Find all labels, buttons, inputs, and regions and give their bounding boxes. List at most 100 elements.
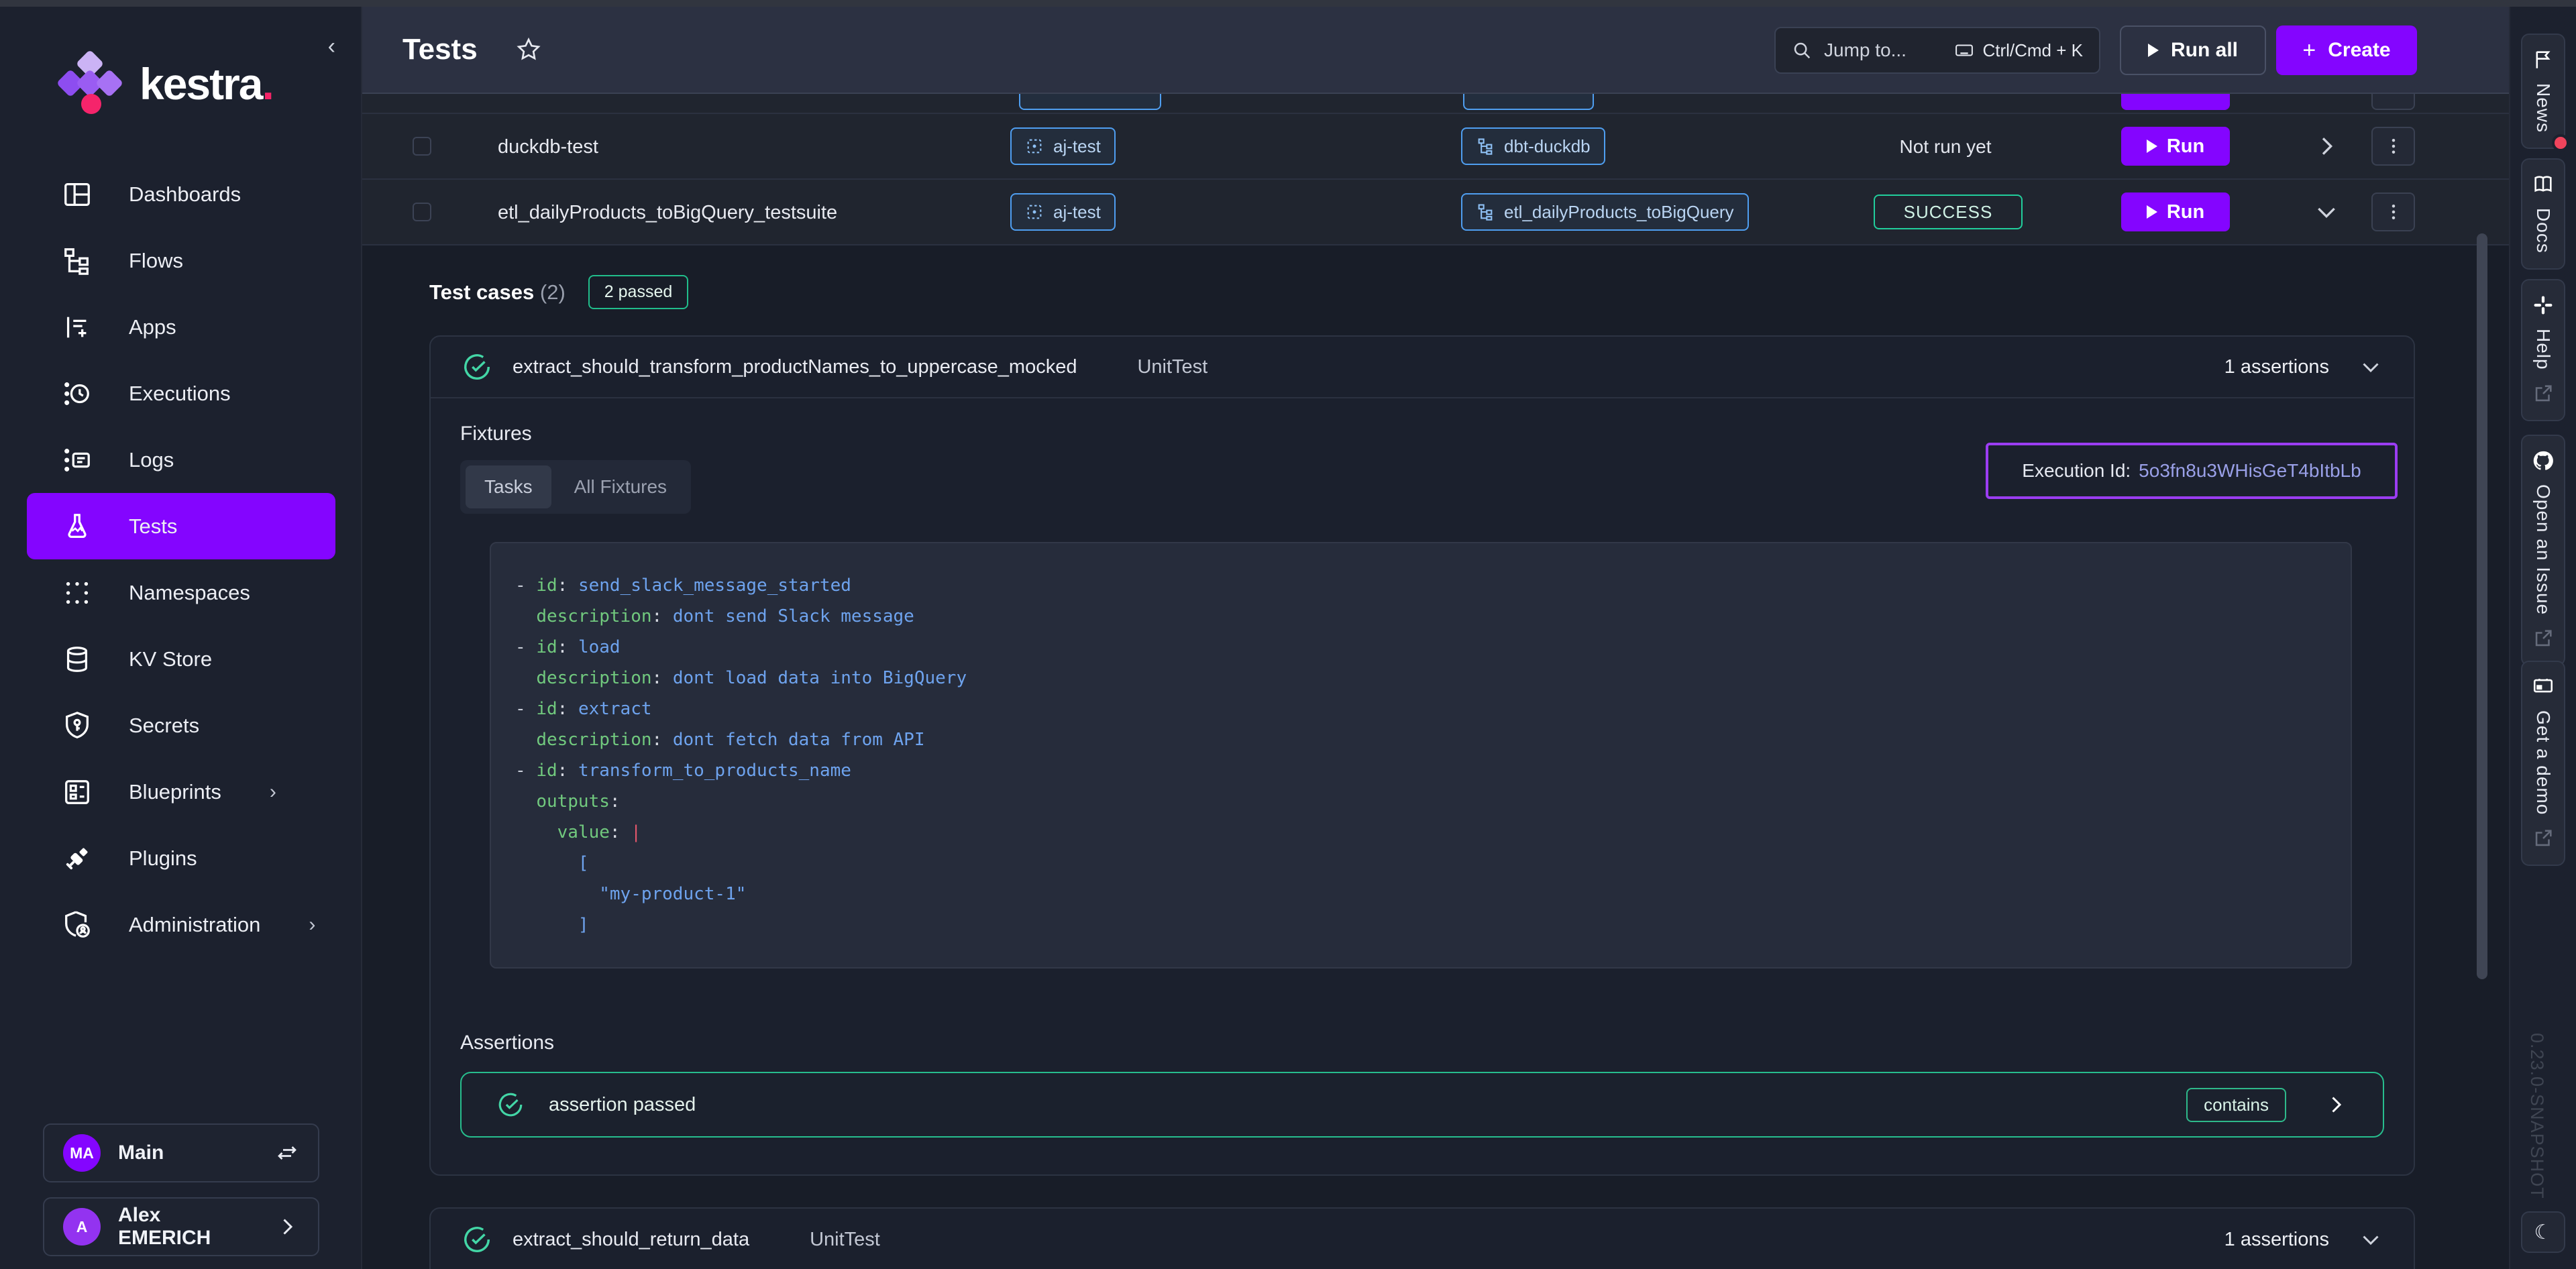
news-label: News (2532, 83, 2554, 133)
vertical-scrollbar[interactable] (2477, 233, 2487, 979)
flow-badge[interactable]: etl_dailyProducts_toBigQuery (1461, 193, 1749, 231)
github-icon (2532, 449, 2555, 472)
assertion-result: assertion passed (549, 1094, 696, 1116)
keyboard-icon (1954, 40, 1974, 60)
test-case-card: extract_should_transform_productNames_to… (429, 335, 2415, 1176)
tenant-switcher[interactable]: MA Main (43, 1123, 319, 1182)
check-circle-icon (462, 351, 492, 382)
help-button[interactable]: Help (2521, 279, 2565, 421)
flow-icon (1476, 137, 1495, 156)
namespace-badge-label: aj-test (1053, 136, 1101, 157)
sidebar-item-apps[interactable]: Apps (27, 294, 335, 360)
run-button[interactable]: Run (2121, 192, 2230, 231)
help-label: Help (2532, 329, 2554, 370)
fixture-code[interactable]: - id: send_slack_message_started descrip… (490, 542, 2352, 969)
namespace-icon (1025, 137, 1044, 156)
notification-dot (2552, 134, 2569, 152)
sidebar-item-dashboards[interactable]: Dashboards (27, 161, 335, 227)
sidebar-collapse-icon[interactable]: ‹ (328, 34, 335, 60)
docs-button[interactable]: Docs (2521, 158, 2565, 270)
sidebar-item-logs[interactable]: Logs (27, 427, 335, 493)
flows-icon (62, 245, 93, 276)
row-menu-button[interactable] (2371, 192, 2415, 231)
window-top-strip (0, 0, 2576, 7)
sidebar-item-label: Executions (129, 382, 231, 406)
test-name[interactable]: etl_dailyProducts_toBigQuery_testsuite (498, 202, 837, 224)
check-circle-icon (496, 1091, 525, 1119)
namespace-badge-label: aj-test (1053, 202, 1101, 223)
flask-icon (62, 511, 93, 542)
sidebar-item-flows[interactable]: Flows (27, 227, 335, 294)
test-case-header[interactable]: extract_should_return_data UnitTest 1 as… (431, 1209, 2414, 1269)
sidebar-item-label: Apps (129, 315, 176, 339)
logs-icon (62, 445, 93, 476)
execution-id-box: Execution Id: 5o3fn8u3WHisGeT4bItbLb (1986, 443, 2398, 499)
sidebar-item-blueprints[interactable]: Blueprints › (27, 759, 335, 825)
sidebar-nav: Dashboards Flows Apps Executions Logs Te… (0, 161, 362, 958)
chevron-right-icon[interactable] (2313, 133, 2340, 160)
sidebar-item-label: Blueprints (129, 780, 221, 804)
external-link-icon (2532, 627, 2555, 650)
sidebar-item-tests[interactable]: Tests (27, 493, 335, 559)
sidebar-item-secrets[interactable]: Secrets (27, 692, 335, 759)
create-button[interactable]: + Create (2276, 25, 2417, 75)
get-demo-button[interactable]: Get a demo (2521, 661, 2565, 866)
run-button[interactable]: Run (2121, 127, 2230, 166)
test-case-name: extract_should_transform_productNames_to… (513, 356, 1077, 378)
flow-badge[interactable]: dbt-duckdb (1461, 127, 1605, 165)
row-menu-button[interactable] (2371, 127, 2415, 166)
chevron-down-icon[interactable] (2359, 1227, 2383, 1252)
tab-all-fixtures[interactable]: All Fixtures (555, 465, 686, 508)
tenant-name: Main (118, 1142, 258, 1164)
kebab-icon (2383, 202, 2404, 222)
assertion-row[interactable]: assertion passed contains (460, 1072, 2384, 1138)
sidebar-item-namespaces[interactable]: Namespaces (27, 559, 335, 626)
version-label: 0.23.0-SNAPSHOT (2526, 1033, 2547, 1199)
book-icon (2532, 173, 2555, 196)
search-input[interactable] (1824, 40, 1942, 61)
sidebar-item-label: Plugins (129, 846, 197, 871)
sidebar-item-plugins[interactable]: Plugins (27, 825, 335, 891)
sidebar-item-label: Tests (129, 514, 177, 539)
row-checkbox[interactable] (413, 137, 431, 156)
run-all-button[interactable]: Run all (2120, 25, 2266, 75)
test-case-header[interactable]: extract_should_transform_productNames_to… (431, 337, 2414, 398)
swap-icon (275, 1141, 299, 1165)
open-issue-label: Open an Issue (2532, 484, 2554, 615)
main-content: duckdb-test aj-test dbt-duckdb Not run y… (362, 7, 2509, 1269)
test-name[interactable]: duckdb-test (498, 136, 598, 158)
test-status: Not run yet (1805, 136, 2086, 158)
news-button[interactable]: News (2521, 34, 2565, 149)
table-row: etl_dailyProducts_toBigQuery_testsuite a… (362, 180, 2509, 244)
assertions-heading: Assertions (460, 1032, 2384, 1054)
kestra-logo[interactable]: kestra. (59, 52, 273, 115)
test-case-body: Fixtures Tasks All Fixtures Execution Id… (431, 398, 2414, 1138)
execution-id-link[interactable]: 5o3fn8u3WHisGeT4bItbLb (2139, 460, 2361, 482)
chevron-down-icon[interactable] (2313, 199, 2340, 225)
chevron-down-icon[interactable] (2359, 355, 2383, 379)
docs-label: Docs (2532, 208, 2554, 254)
chevron-right-icon[interactable] (2324, 1093, 2348, 1117)
namespace-badge[interactable]: aj-test (1010, 193, 1116, 231)
namespace-badge[interactable]: aj-test (1010, 127, 1116, 165)
sidebar-item-executions[interactable]: Executions (27, 360, 335, 427)
sidebar-item-kv-store[interactable]: KV Store (27, 626, 335, 692)
open-issue-button[interactable]: Open an Issue (2521, 435, 2565, 666)
theme-toggle-button[interactable]: ☾ (2521, 1211, 2565, 1253)
chevron-right-icon: › (309, 914, 315, 936)
tests-table: duckdb-test aj-test dbt-duckdb Not run y… (362, 94, 2509, 245)
namespace-icon (1025, 203, 1044, 221)
tab-tasks[interactable]: Tasks (466, 465, 551, 508)
favorite-star-icon[interactable] (515, 36, 542, 63)
sidebar-item-label: KV Store (129, 647, 212, 671)
chevron-right-icon: › (270, 781, 276, 804)
jump-to-search[interactable]: Ctrl/Cmd + K (1774, 27, 2100, 74)
passed-badge: 2 passed (588, 275, 688, 309)
test-case-type: UnitTest (1137, 356, 1208, 378)
user-name: Alex EMERICH (118, 1204, 258, 1250)
sidebar-item-label: Dashboards (129, 182, 241, 207)
user-menu[interactable]: A Alex EMERICH (43, 1197, 319, 1256)
sidebar-item-administration[interactable]: Administration › (27, 891, 335, 958)
row-checkbox[interactable] (413, 203, 431, 221)
apps-icon (62, 312, 93, 343)
